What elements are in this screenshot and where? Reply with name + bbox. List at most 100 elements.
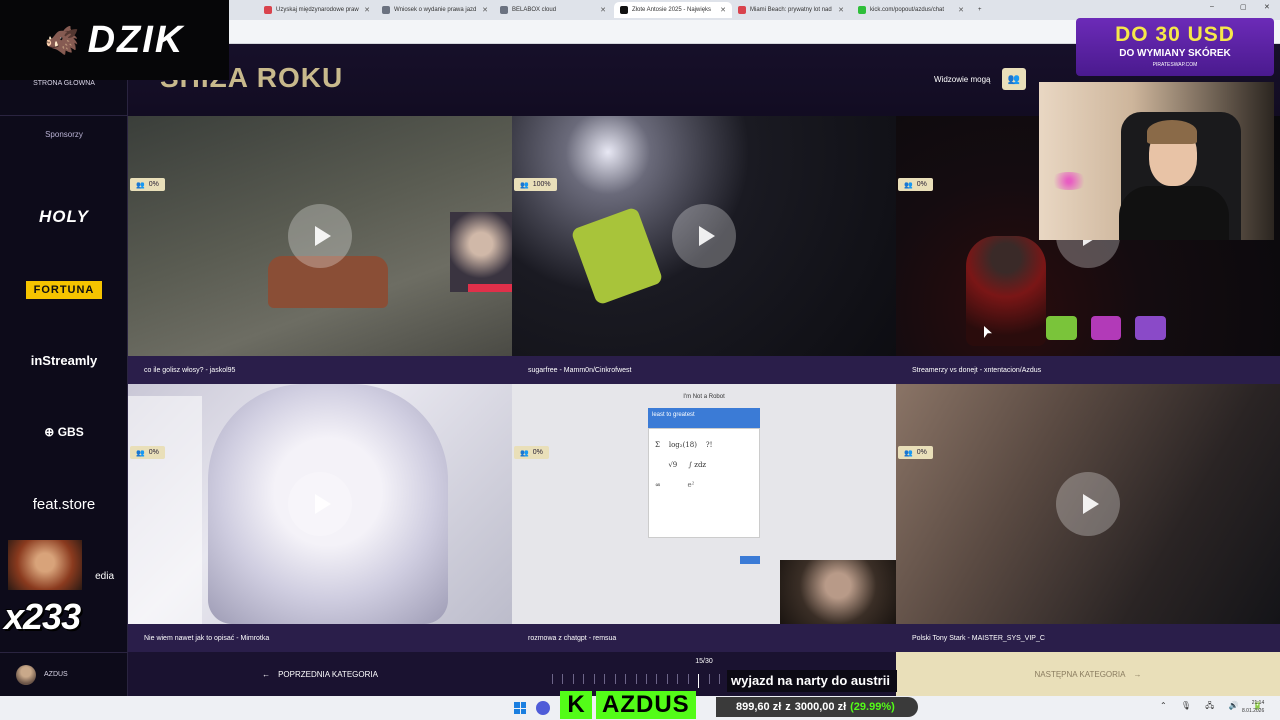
windows-start-icon[interactable] [514,702,526,714]
clip-caption: co ile golisz włosy? - jaskol95 [128,356,512,384]
sponsor-holy[interactable]: HOLY [14,205,114,229]
browser-tab[interactable]: BELABOX cloud ✕ [494,2,612,18]
play-icon[interactable] [672,472,736,536]
clip-card[interactable]: 👥 0% co ile golisz włosy? - jaskol95 [128,116,512,384]
emote-counter: x233 [4,596,81,637]
play-icon[interactable] [288,472,352,536]
tab-label: Miami Beach: prywatny lot nad [750,7,832,13]
clip-card[interactable]: I'm Not a Robot least to greatest Σ log₂… [512,384,896,652]
viewers-label: Widzowie mogą [934,75,991,84]
clip-card[interactable]: 👥 0% Polski Tony Stark - MAISTER_SYS_VIP_… [896,384,1280,652]
tab-close-icon[interactable]: ✕ [958,6,964,14]
play-icon[interactable] [288,204,352,268]
clip-caption: Nie wiem nawet jak to opisać - Mimrotka [128,624,512,652]
tab-close-icon[interactable]: ✕ [482,6,488,14]
streamer-hair [1147,120,1197,144]
play-icon[interactable] [1056,472,1120,536]
browser-tab[interactable]: Miami Beach: prywatny lot nad ✕ [732,2,850,18]
clock[interactable]: 21:14 8.01.2026 [1242,699,1264,715]
tab-favicon-icon [738,6,746,14]
facecam-tag [468,284,512,292]
progress-count: 15/30 [695,658,713,665]
progress-tick [645,674,647,684]
clip-caption: rozmowa z chatgpt - remsua [512,624,896,652]
user-profile[interactable]: AZDUS [0,652,128,696]
streamer-facecam [780,560,896,624]
robot-next-button [740,556,760,564]
clip-card[interactable]: 👥 0% Nie wiem nawet jak to opisać - Mimro… [128,384,512,652]
new-tab-button[interactable]: + [972,2,988,18]
vote-percent: 0% [148,449,159,456]
sponsor-logo-text: GBS [57,425,84,439]
promo-banner: DO 30 USD DO WYMIANY SKÓREK PIRATESWAP.C… [1076,18,1274,76]
tab-label: Złote Antosie 2025 - Najwięks [632,7,712,13]
sponsor-instreamly[interactable]: inStreamly [14,348,114,372]
tab-favicon-icon [382,6,390,14]
vote-percent-badge: 👥 0% [130,178,165,191]
progress-tick [625,674,627,684]
viewers-toggle-button[interactable]: 👥 [1002,68,1026,90]
users-icon: 👥 [136,181,145,189]
tab-close-icon[interactable]: ✕ [838,6,844,14]
play-icon[interactable] [672,204,736,268]
minimize-button[interactable]: – [1210,3,1214,10]
discord-app-icon[interactable] [536,701,550,715]
kick-nameplate: K AZDUS [560,690,696,720]
goal-target: 3000,00 zł [794,701,847,713]
nav-home[interactable]: STRONA GŁÓWNA [0,80,128,87]
browser-tab[interactable]: Wniosek o wydanie prawa jazd ✕ [376,2,494,18]
promo-site: PIRATESWAP.COM [1152,62,1198,68]
screen: Uzyskaj międzynarodowe praw ✕ Wniosek o … [0,0,1280,720]
gbs-globe-icon: ⊕ [44,425,58,439]
arrow-right-icon: → [1133,669,1142,679]
tab-label: Uzyskaj międzynarodowe praw [276,7,359,13]
tab-label: BELABOX cloud [512,7,557,13]
progress-tick [562,674,564,684]
tab-favicon-icon [264,6,272,14]
clip-caption: Streamerzy vs donejt - xntentacion/Azdus [896,356,1280,384]
sponsor-logo-text: edia [95,570,114,582]
progress-tick [687,674,689,684]
streamer-shirt [1119,186,1229,240]
browser-tab-active[interactable]: Złote Antosie 2025 - Najwięks ✕ [614,2,732,18]
can-image [570,206,664,306]
prev-category-button[interactable]: ← POPRZEDNIA KATEGORIA [128,652,512,696]
sponsor-logo-text: FORTUNA [25,281,103,299]
maximize-button[interactable]: ▢ [1240,3,1247,11]
progress-tick [593,674,595,684]
vote-percent: 0% [532,449,543,456]
close-window-button[interactable]: ✕ [1264,3,1270,11]
tab-label: kick.com/popout/azdus/chat [870,7,945,13]
browser-tab[interactable]: Uzyskaj międzynarodowe praw ✕ [258,2,376,18]
promo-headline: DO 30 USD [1115,23,1235,46]
streamer-webcam [1039,82,1274,240]
users-icon: 👥 [904,449,913,457]
clip-card[interactable]: 👥 100% sugarfree - Mamm0n/Cinkrofwest [512,116,896,384]
sponsor-logo-text: HOLY [39,207,89,226]
category-footer: ← POPRZEDNIA KATEGORIA 15/30 NASTĘPNA KA… [128,652,1280,696]
kick-channel-name: AZDUS [596,691,696,719]
clock-date: 8.01.2026 [1242,708,1265,714]
vote-percent-badge: 👥 0% [130,446,165,459]
tab-close-icon[interactable]: ✕ [600,6,606,14]
goal-percent: (29.99%) [850,701,895,713]
tab-close-icon[interactable]: ✕ [364,6,370,14]
sponsor-fortuna[interactable]: FORTUNA [14,278,114,302]
browser-tab[interactable]: kick.com/popout/azdus/chat ✕ [852,2,970,18]
vote-percent-badge: 👥 100% [514,178,557,191]
sponsor-featstore[interactable]: feat.store [14,492,114,516]
promo-subline: DO WYMIANY SKÓREK [1119,48,1231,59]
sponsor-gbs[interactable]: ⊕ GBS [14,420,114,444]
progress-tick [635,674,637,684]
robot-instruction: least to greatest [648,408,760,428]
users-icon: 👥 [136,449,145,457]
vote-percent-badge: 👥 0% [898,178,933,191]
vote-percent: 0% [916,181,927,188]
next-category-button[interactable]: NASTĘPNA KATEGORIA → [896,652,1280,696]
tab-close-icon[interactable]: ✕ [720,6,726,14]
clip-caption: sugarfree - Mamm0n/Cinkrofwest [512,356,896,384]
users-icon: 👥 [520,181,529,189]
vote-percent-badge: 👥 0% [514,446,549,459]
users-icon: 👥 [904,181,913,189]
next-category-label: NASTĘPNA KATEGORIA [1034,669,1126,679]
